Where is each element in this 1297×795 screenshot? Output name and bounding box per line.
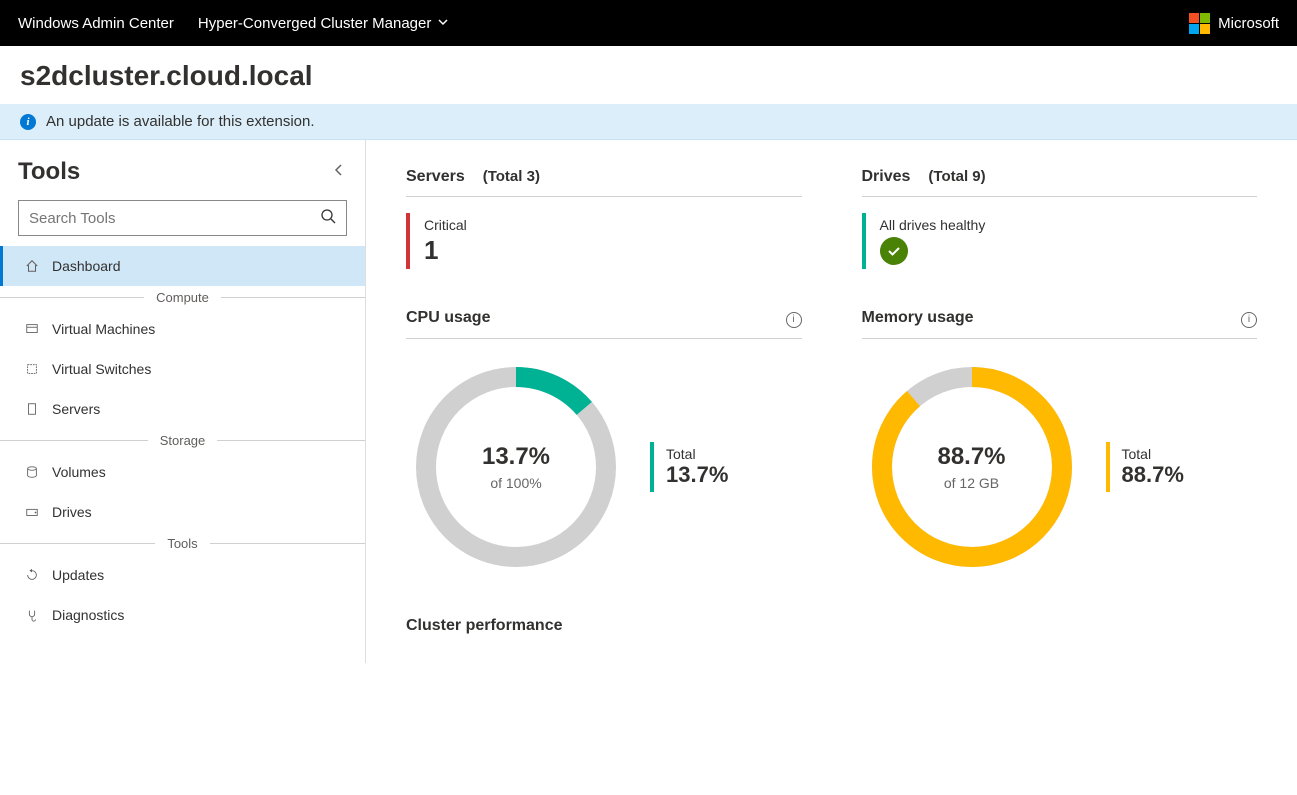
drive-icon — [24, 505, 40, 519]
servers-card: Servers (Total 3) Critical 1 — [406, 168, 802, 309]
cpu-total-bar — [650, 442, 654, 492]
memory-total-label: Total — [1122, 446, 1184, 462]
volume-icon — [24, 465, 40, 479]
nav-list: Dashboard Compute Virtual Machines Virtual … — [0, 246, 365, 635]
update-icon — [24, 568, 40, 582]
sidebar-item-servers[interactable]: Servers — [0, 389, 365, 429]
sidebar-item-label: Virtual Switches — [52, 361, 151, 377]
switch-icon — [24, 362, 40, 376]
home-icon — [24, 259, 40, 273]
memory-card: Memory usage i 88.7% of 12 GB — [862, 309, 1258, 577]
drives-total: (Total 9) — [928, 168, 985, 185]
sidebar-item-label: Drives — [52, 504, 92, 520]
healthy-indicator — [862, 213, 866, 269]
section-divider: Compute — [0, 286, 365, 309]
microsoft-logo: Microsoft — [1189, 13, 1279, 34]
page-title: s2dcluster.cloud.local — [0, 46, 1297, 104]
sidebar-item-diagnostics[interactable]: Diagnostics — [0, 595, 365, 635]
info-icon[interactable]: i — [786, 312, 802, 328]
drives-status-label: All drives healthy — [880, 217, 986, 233]
info-icon: i — [20, 114, 36, 130]
info-icon[interactable]: i — [1241, 312, 1257, 328]
context-dropdown[interactable]: Hyper-Converged Cluster Manager — [198, 15, 449, 32]
cpu-of-label: of 100% — [490, 475, 541, 491]
memory-total-value: 88.7% — [1122, 462, 1184, 488]
servers-total: (Total 3) — [483, 168, 540, 185]
servers-title: Servers — [406, 168, 465, 186]
chevron-down-icon — [437, 15, 449, 32]
memory-percent: 88.7% — [937, 443, 1005, 471]
sidebar-item-label: Volumes — [52, 464, 106, 480]
check-icon — [880, 237, 908, 265]
sidebar-item-label: Updates — [52, 567, 104, 583]
cpu-percent: 13.7% — [482, 443, 550, 471]
sidebar-item-label: Virtual Machines — [52, 321, 155, 337]
logo-text: Microsoft — [1218, 15, 1279, 32]
update-notice[interactable]: i An update is available for this extens… — [0, 104, 1297, 140]
critical-indicator — [406, 213, 410, 269]
top-bar: Windows Admin Center Hyper-Converged Clu… — [0, 0, 1297, 46]
sidebar: Tools Dashboard Compute Virtual Machines Vi… — [0, 140, 366, 663]
sidebar-item-label: Servers — [52, 401, 100, 417]
memory-title: Memory usage — [862, 309, 974, 327]
servers-status-value: 1 — [424, 235, 467, 266]
main-content: Servers (Total 3) Critical 1 Drives (Tot… — [366, 140, 1297, 663]
sidebar-item-drives[interactable]: Drives — [0, 492, 365, 532]
section-divider: Storage — [0, 429, 365, 452]
sidebar-item-updates[interactable]: Updates — [0, 555, 365, 595]
search-tools-input-container[interactable] — [18, 200, 347, 236]
collapse-sidebar-button[interactable] — [329, 159, 347, 186]
sidebar-item-label: Dashboard — [52, 258, 121, 274]
sidebar-item-dashboard[interactable]: Dashboard — [0, 246, 365, 286]
servers-status-label: Critical — [424, 217, 467, 233]
cpu-title: CPU usage — [406, 309, 490, 327]
tools-heading: Tools — [18, 158, 80, 186]
server-icon — [24, 402, 40, 416]
notice-text: An update is available for this extensio… — [46, 113, 315, 130]
sidebar-item-label: Diagnostics — [52, 607, 124, 623]
cpu-gauge: 13.7% of 100% — [406, 357, 626, 577]
memory-gauge: 88.7% of 12 GB — [862, 357, 1082, 577]
memory-of-label: of 12 GB — [944, 475, 999, 491]
section-divider: Tools — [0, 532, 365, 555]
brand-label[interactable]: Windows Admin Center — [18, 15, 174, 32]
dropdown-label: Hyper-Converged Cluster Manager — [198, 15, 431, 32]
sidebar-item-virtual-switches[interactable]: Virtual Switches — [0, 349, 365, 389]
sidebar-item-virtual-machines[interactable]: Virtual Machines — [0, 309, 365, 349]
cpu-total-label: Total — [666, 446, 728, 462]
diag-icon — [24, 608, 40, 622]
search-tools-input[interactable] — [29, 210, 320, 227]
drives-title: Drives — [862, 168, 911, 186]
memory-total-bar — [1106, 442, 1110, 492]
sidebar-item-volumes[interactable]: Volumes — [0, 452, 365, 492]
cluster-performance-title: Cluster performance — [406, 617, 1257, 635]
search-icon — [320, 208, 336, 229]
cpu-total-value: 13.7% — [666, 462, 728, 488]
vm-icon — [24, 322, 40, 336]
cpu-card: CPU usage i 13.7% of 100% — [406, 309, 802, 577]
drives-card: Drives (Total 9) All drives healthy — [862, 168, 1258, 309]
